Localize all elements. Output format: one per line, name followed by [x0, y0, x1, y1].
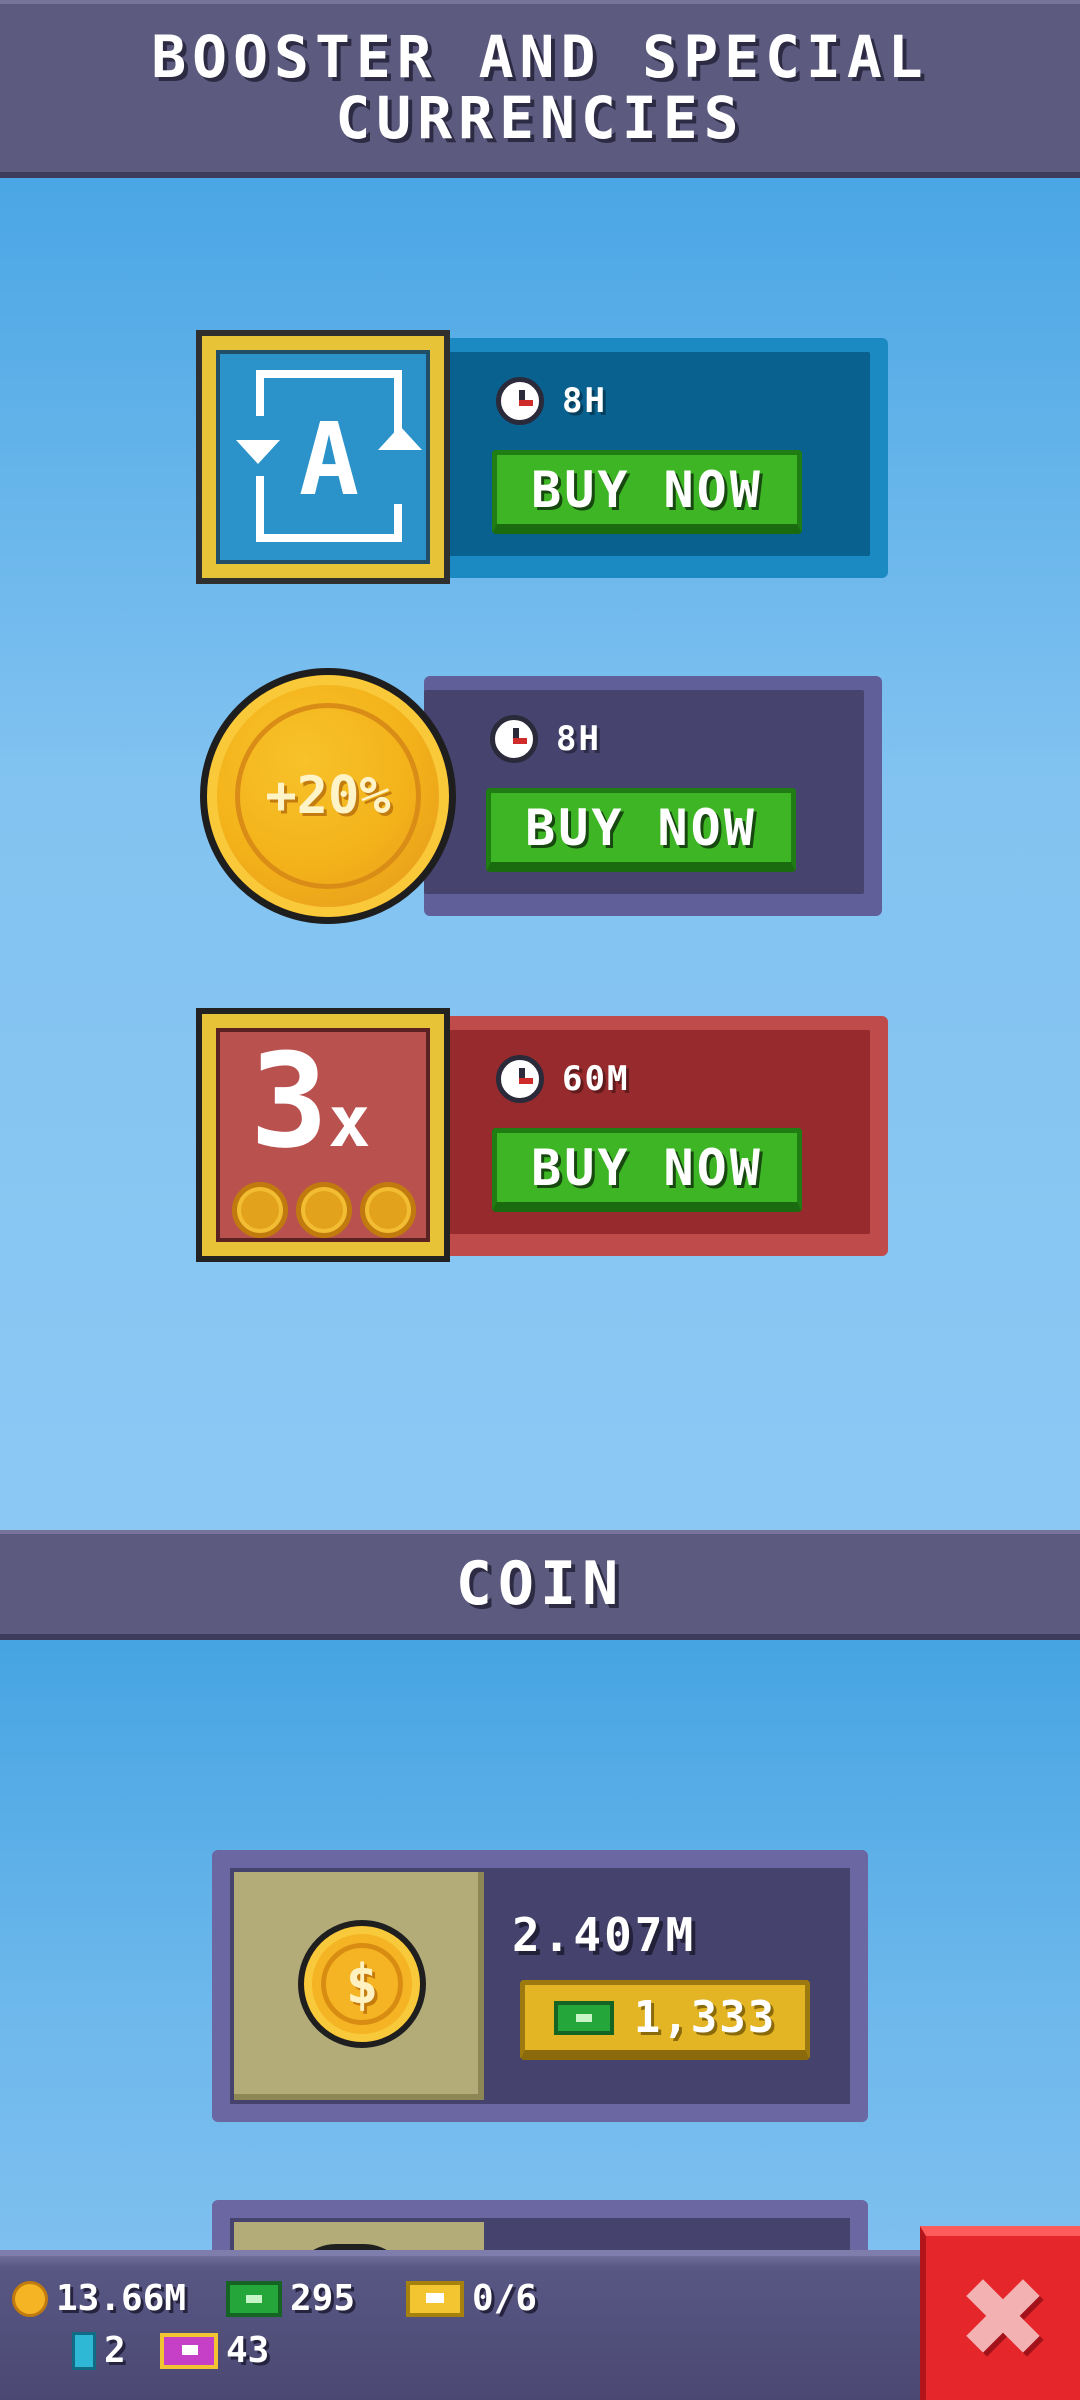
close-icon: ✖ — [956, 2254, 1050, 2382]
duration-label: 8H — [562, 381, 607, 421]
gem-balance: 2 — [72, 2330, 126, 2371]
auto-letter: A — [298, 401, 360, 518]
booster-panel: 60M BUY NOW — [430, 1016, 888, 1256]
pass-ticket-icon — [160, 2332, 218, 2369]
page-title: BOOSTER AND SPECIAL CURRENCIES — [151, 23, 929, 152]
booster-offer-auto: 8H BUY NOW A — [0, 330, 1080, 590]
clock-icon — [496, 1055, 544, 1103]
booster-offer-income: 8H BUY NOW +20% — [0, 668, 1080, 928]
booster-panel: 8H BUY NOW — [424, 676, 882, 916]
coin-section-header: COIN — [0, 1530, 1080, 1640]
cash-icon — [226, 2280, 282, 2317]
income-boost-coin-icon: +20% — [200, 668, 456, 924]
duration-label: 8H — [556, 719, 601, 759]
coin-icon — [12, 2280, 48, 2317]
ticket-balance: 0/6 — [406, 2278, 537, 2319]
buy-now-button[interactable]: BUY NOW — [486, 788, 796, 872]
coin-icon — [232, 1182, 288, 1238]
multiplier-label: 3x — [250, 1025, 371, 1177]
dollar-coin-icon: $ — [298, 1920, 426, 2048]
triple-coins-icon: 3x — [196, 1008, 450, 1262]
section-title: COIN — [455, 1548, 625, 1619]
close-button[interactable]: ✖ — [920, 2226, 1080, 2400]
pack-amount: 2.407M — [512, 1908, 697, 1962]
cash-balance: 295 — [226, 2278, 355, 2319]
booster-duration: 8H — [496, 376, 607, 426]
currency-status-bar: 13.66M 295 0/6 2 43 — [0, 2250, 920, 2400]
auto-collect-icon: A — [196, 330, 450, 584]
buy-now-button[interactable]: BUY NOW — [492, 450, 802, 534]
booster-offer-triple: 60M BUY NOW 3x — [0, 1008, 1080, 1268]
booster-duration: 8H — [490, 714, 601, 764]
coin-balance: 13.66M — [12, 2278, 186, 2319]
buy-now-button[interactable]: BUY NOW — [492, 1128, 802, 1212]
clock-icon — [490, 715, 538, 763]
pass-balance: 43 — [160, 2330, 269, 2371]
booster-duration: 60M — [496, 1054, 629, 1104]
pack-image: $ — [234, 1872, 484, 2100]
pack-price: 1,333 — [633, 1992, 777, 2043]
cash-icon — [553, 2000, 614, 2035]
duration-label: 60M — [562, 1059, 630, 1099]
booster-panel: 8H BUY NOW — [430, 338, 888, 578]
arrow-down-icon — [236, 440, 280, 464]
clock-icon — [496, 377, 544, 425]
buy-pack-button[interactable]: 1,333 — [520, 1980, 810, 2060]
coin-icon — [296, 1182, 352, 1238]
booster-section-header: BOOSTER AND SPECIAL CURRENCIES — [0, 0, 1080, 178]
coin-icon — [360, 1182, 416, 1238]
ticket-icon — [406, 2280, 464, 2317]
arrow-up-icon — [378, 426, 422, 450]
gem-icon — [72, 2331, 96, 2370]
boost-percent: +20% — [235, 703, 421, 889]
